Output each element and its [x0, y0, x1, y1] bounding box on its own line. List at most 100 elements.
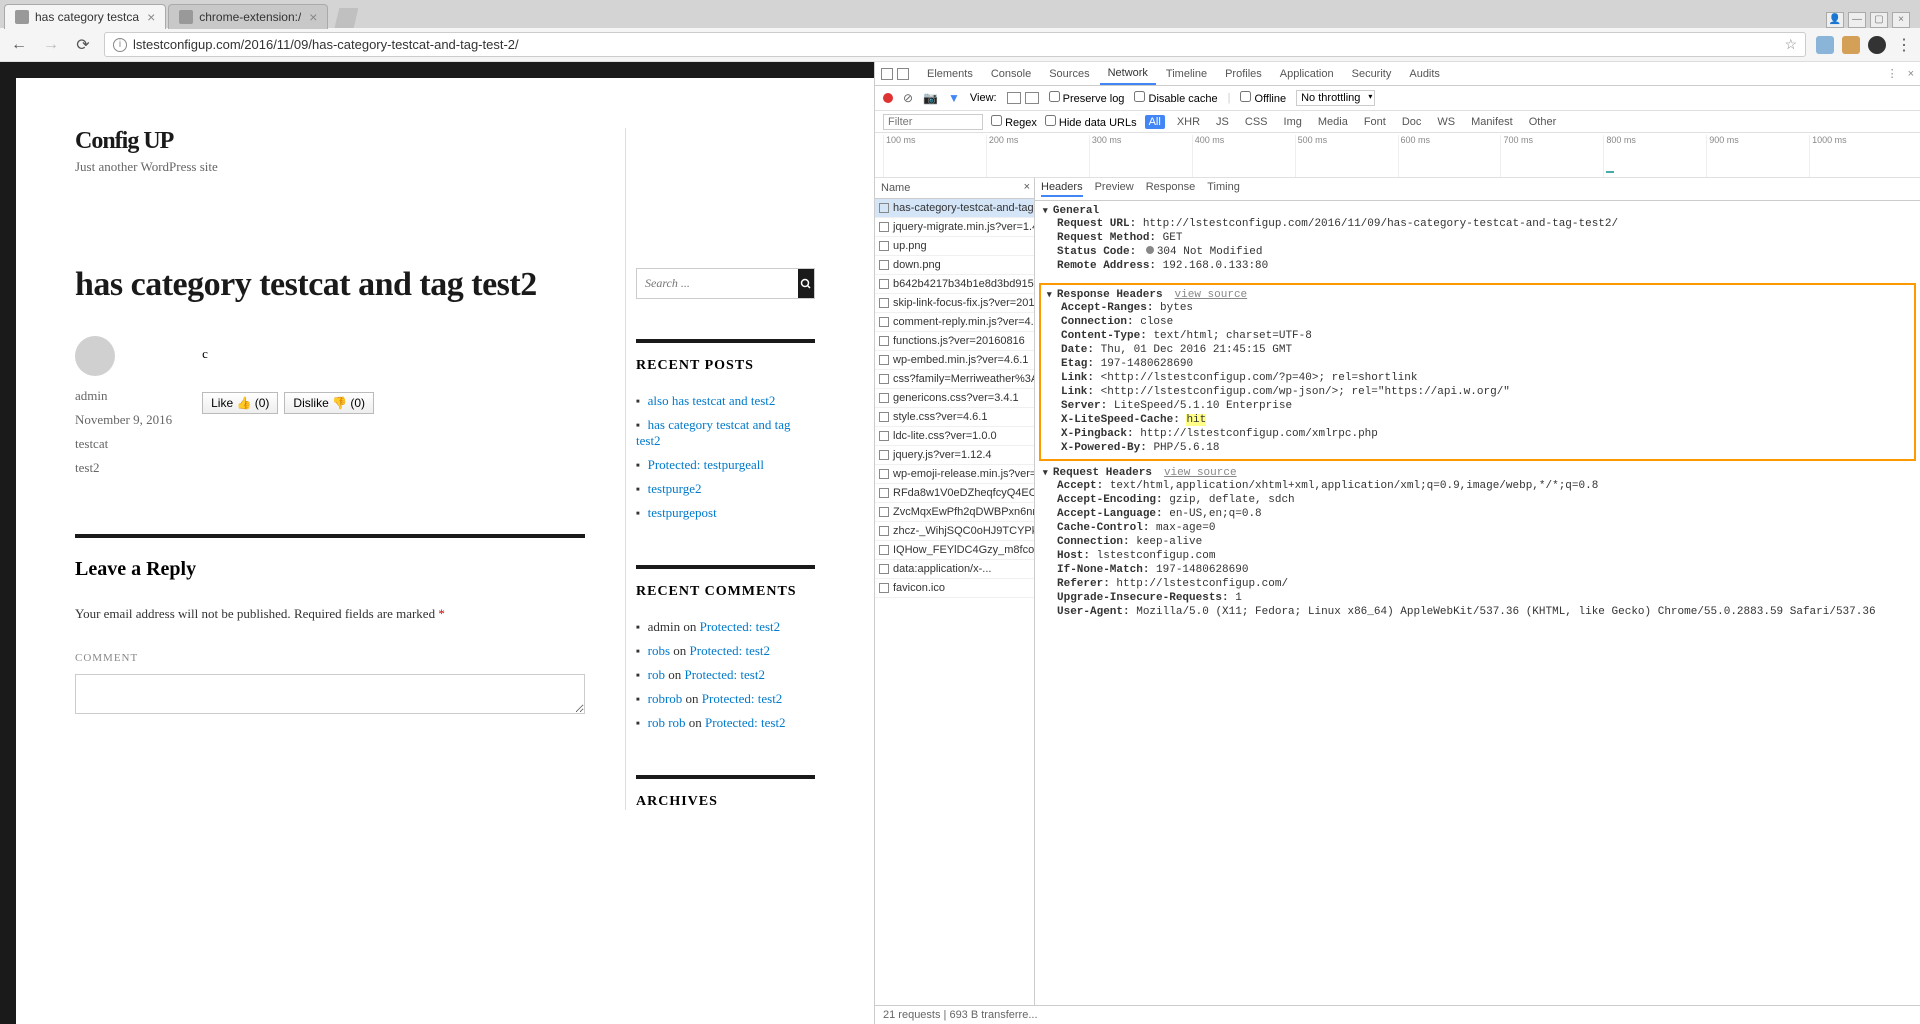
capture-icon[interactable]: 📷 [923, 91, 938, 105]
dislike-button[interactable]: Dislike 👎 (0) [284, 392, 374, 414]
list-item[interactable]: also has testcat and test2 [636, 389, 815, 413]
post-date[interactable]: November 9, 2016 [75, 412, 172, 428]
view-source-link[interactable]: view source [1175, 289, 1248, 301]
tab-timeline[interactable]: Timeline [1158, 64, 1215, 84]
reload-button[interactable]: ⟳ [72, 34, 94, 56]
request-item[interactable]: jquery-migrate.min.js?ver=1.4.1 [875, 218, 1034, 237]
response-headers-title[interactable]: Response Headersview source [1047, 289, 1908, 301]
tab-timing[interactable]: Timing [1207, 181, 1240, 197]
close-icon[interactable]: × [309, 9, 317, 25]
list-item[interactable]: testpurgepost [636, 501, 815, 525]
tab-elements[interactable]: Elements [919, 64, 981, 84]
view-large-icon[interactable] [1007, 92, 1021, 104]
request-item[interactable]: ZvcMqxEwPfh2qDWBPxn6nnkd... [875, 503, 1034, 522]
filter-media[interactable]: Media [1314, 115, 1352, 129]
filter-doc[interactable]: Doc [1398, 115, 1426, 129]
filter-font[interactable]: Font [1360, 115, 1390, 129]
request-item[interactable]: b642b4217b34b1e8d3bd915fc65... [875, 275, 1034, 294]
request-item[interactable]: RFda8w1V0eDZheqfcyQ4EOgd... [875, 484, 1034, 503]
general-title[interactable]: General [1043, 205, 1912, 217]
forward-button[interactable]: → [40, 34, 62, 56]
filter-js[interactable]: JS [1212, 115, 1233, 129]
list-item[interactable]: has category testcat and tag test2 [636, 413, 815, 453]
network-timeline[interactable]: 100 ms 200 ms 300 ms 400 ms 500 ms 600 m… [875, 133, 1920, 178]
close-icon[interactable]: × [147, 9, 155, 25]
list-item[interactable]: testpurge2 [636, 477, 815, 501]
back-button[interactable]: ← [8, 34, 30, 56]
inspect-icon[interactable] [881, 68, 893, 80]
filter-input[interactable] [883, 114, 983, 130]
extension-icon[interactable] [1816, 36, 1834, 54]
hide-dataurls-toggle[interactable]: Hide data URLs [1045, 115, 1137, 129]
user-icon[interactable]: 👤 [1826, 12, 1844, 28]
tab-response[interactable]: Response [1146, 181, 1196, 197]
filter-other[interactable]: Other [1525, 115, 1561, 129]
device-icon[interactable] [897, 68, 909, 80]
list-item[interactable]: robrob on Protected: test2 [636, 687, 815, 711]
close-icon[interactable]: × [1024, 181, 1030, 193]
request-item[interactable]: genericons.css?ver=3.4.1 [875, 389, 1034, 408]
url-bar[interactable]: i lstestconfigup.com/2016/11/09/has-cate… [104, 32, 1806, 57]
request-item[interactable]: wp-embed.min.js?ver=4.6.1 [875, 351, 1034, 370]
author[interactable]: admin [75, 388, 172, 404]
tab-profiles[interactable]: Profiles [1217, 64, 1270, 84]
list-item[interactable]: admin on Protected: test2 [636, 615, 815, 639]
menu-icon[interactable]: ⋮ [1896, 35, 1912, 55]
close-icon[interactable]: × [1892, 12, 1910, 28]
request-item[interactable]: up.png [875, 237, 1034, 256]
throttle-select[interactable]: No throttling [1296, 90, 1375, 106]
tab-headers[interactable]: Headers [1041, 181, 1083, 197]
browser-tab-active[interactable]: has category testca × [4, 4, 166, 29]
search-input[interactable] [637, 269, 798, 298]
offline-toggle[interactable]: Offline [1240, 91, 1286, 105]
list-item[interactable]: Protected: testpurgeall [636, 453, 815, 477]
tab-preview[interactable]: Preview [1095, 181, 1134, 197]
clear-icon[interactable]: ⊘ [903, 91, 913, 105]
site-info-icon[interactable]: i [113, 38, 127, 52]
request-item[interactable]: data:application/x-... [875, 560, 1034, 579]
extension-icon[interactable] [1868, 36, 1886, 54]
view-source-link[interactable]: view source [1164, 467, 1237, 479]
request-item[interactable]: IQHow_FEYlDC4Gzy_m8fcoWiM... [875, 541, 1034, 560]
request-item[interactable]: jquery.js?ver=1.12.4 [875, 446, 1034, 465]
request-item[interactable]: favicon.ico [875, 579, 1034, 598]
request-item[interactable]: skip-link-focus-fix.js?ver=20160... [875, 294, 1034, 313]
request-item[interactable]: zhcz-_WihjSQC0oHJ9TCYPk_vA... [875, 522, 1034, 541]
post-tag[interactable]: test2 [75, 460, 172, 476]
filter-icon[interactable]: ▼ [948, 91, 960, 105]
tab-audits[interactable]: Audits [1401, 64, 1448, 84]
request-headers-title[interactable]: Request Headersview source [1043, 467, 1912, 479]
maximize-icon[interactable]: ▢ [1870, 12, 1888, 28]
search-button[interactable] [798, 269, 814, 298]
browser-tab-inactive[interactable]: chrome-extension:/ × [168, 4, 328, 29]
request-item[interactable]: ldc-lite.css?ver=1.0.0 [875, 427, 1034, 446]
minimize-icon[interactable]: — [1848, 12, 1866, 28]
new-tab-button[interactable] [334, 8, 358, 28]
filter-img[interactable]: Img [1280, 115, 1306, 129]
tab-sources[interactable]: Sources [1041, 64, 1097, 84]
page-content[interactable]: Config UP Just another WordPress site ha… [16, 78, 874, 1024]
name-column-header[interactable]: Name × [875, 178, 1034, 199]
extension-icon[interactable] [1842, 36, 1860, 54]
comment-textarea[interactable] [75, 674, 585, 714]
list-item[interactable]: robs on Protected: test2 [636, 639, 815, 663]
view-small-icon[interactable] [1025, 92, 1039, 104]
request-item[interactable]: has-category-testcat-and-tag-te... [875, 199, 1034, 218]
filter-all[interactable]: All [1145, 115, 1165, 129]
tab-network[interactable]: Network [1100, 63, 1156, 85]
filter-xhr[interactable]: XHR [1173, 115, 1204, 129]
disable-cache[interactable]: Disable cache [1134, 91, 1217, 105]
filter-ws[interactable]: WS [1433, 115, 1459, 129]
request-item[interactable]: wp-emoji-release.min.js?ver=4.6.1 [875, 465, 1034, 484]
regex-toggle[interactable]: Regex [991, 115, 1037, 129]
request-item[interactable]: functions.js?ver=20160816 [875, 332, 1034, 351]
list-item[interactable]: rob on Protected: test2 [636, 663, 815, 687]
tab-application[interactable]: Application [1272, 64, 1342, 84]
site-title[interactable]: Config UP [75, 128, 585, 155]
request-item[interactable]: down.png [875, 256, 1034, 275]
filter-manifest[interactable]: Manifest [1467, 115, 1517, 129]
request-item[interactable]: css?family=Merriweather%3A40... [875, 370, 1034, 389]
post-category[interactable]: testcat [75, 436, 172, 452]
request-item[interactable]: comment-reply.min.js?ver=4.6.1 [875, 313, 1034, 332]
bookmark-icon[interactable]: ☆ [1784, 36, 1797, 53]
